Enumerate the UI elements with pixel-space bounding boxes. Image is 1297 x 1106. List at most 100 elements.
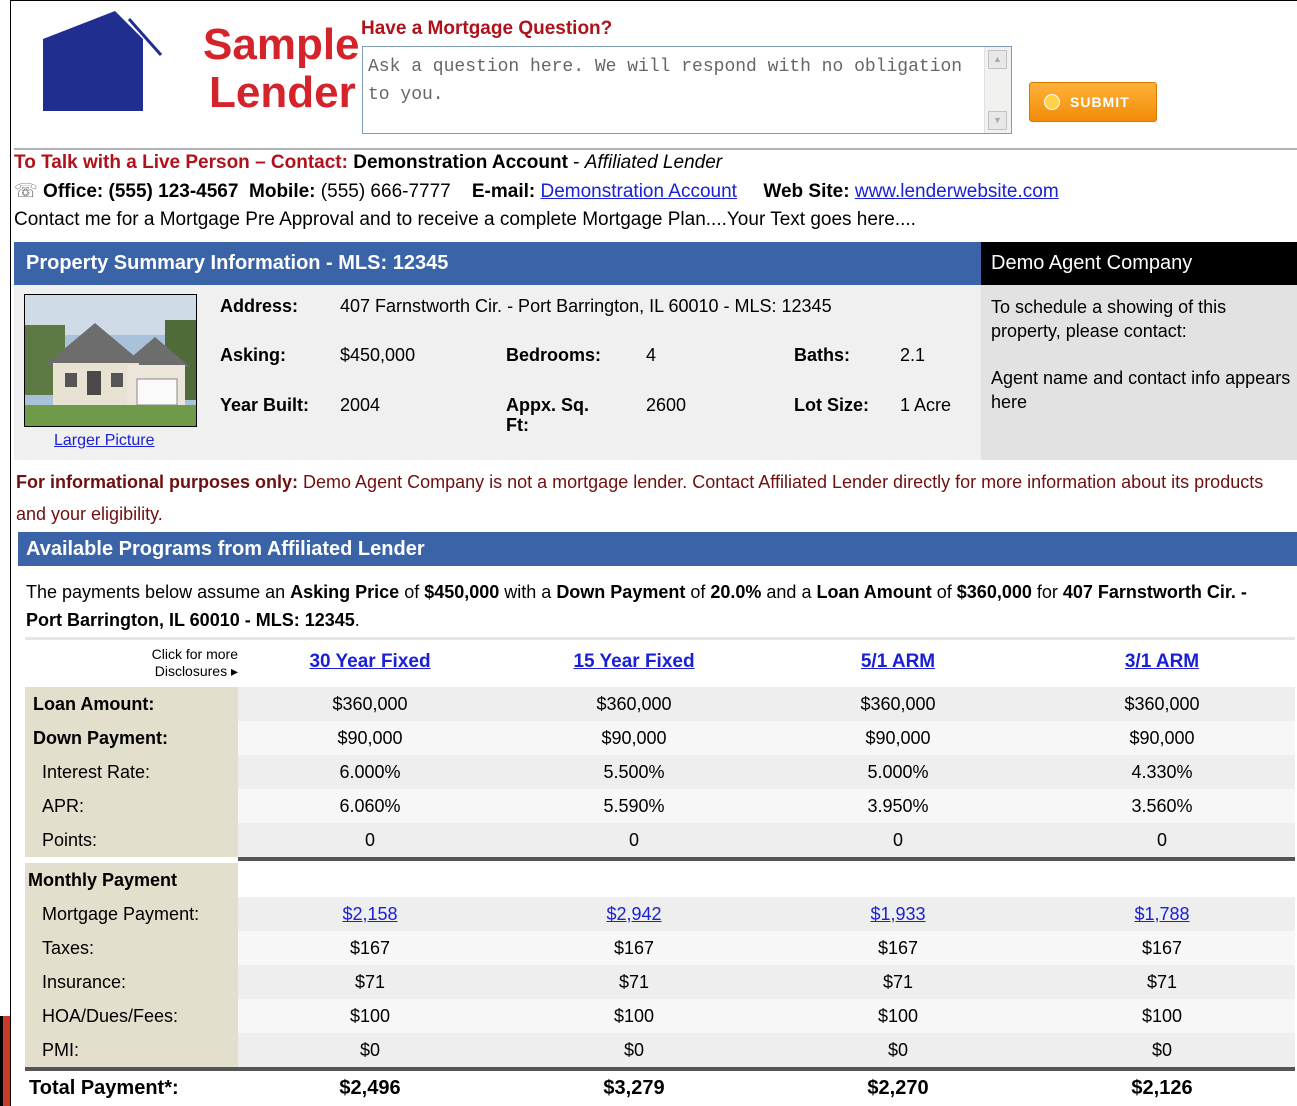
table-cell: $71 [354, 972, 386, 992]
property-summary-title: Property Summary Information - MLS: 1234… [26, 252, 449, 274]
lot-size-value: 1 Acre [900, 395, 952, 415]
contact-name: Demonstration Account [353, 152, 568, 173]
column-3-1-arm[interactable]: 3/1 ARM [1030, 645, 1294, 679]
baths-value: 2.1 [900, 345, 926, 365]
table-row: HOA/Dues/Fees: $100 $100 $100 $100 [25, 999, 1295, 1033]
row-label: Taxes: [25, 931, 238, 965]
question-title: Have a Mortgage Question? [361, 18, 613, 39]
table-cell: 0 [628, 830, 639, 850]
total-cell: $3,279 [603, 1077, 665, 1099]
table-cell: $360,000 [1124, 694, 1200, 714]
address-label: Address: [220, 296, 299, 316]
contact-affiliation: Affiliated Lender [584, 152, 723, 173]
year-built-value: 2004 [340, 395, 381, 415]
row-label: Loan Amount: [25, 687, 238, 721]
disclaimer: For informational purposes only: Demo Ag… [16, 466, 1291, 530]
column-30-year-fixed[interactable]: 30 Year Fixed [238, 645, 502, 679]
larger-picture-link[interactable]: Larger Picture [54, 432, 155, 450]
assume-text: with a [499, 582, 557, 602]
table-cell: $360,000 [860, 694, 936, 714]
table-cell: 5.000% [867, 762, 929, 782]
header-divider [14, 148, 1297, 150]
table-cell: $90,000 [865, 728, 931, 748]
scroll-up-icon[interactable]: ▲ [988, 50, 1007, 69]
assume-bold: Asking Price [290, 582, 400, 602]
background-window-border [0, 1016, 3, 1106]
table-cell: $100 [1141, 1006, 1183, 1026]
year-built-label: Year Built: [220, 395, 310, 415]
table-cell: $167 [1141, 938, 1183, 958]
assume-bold: Loan Amount [816, 582, 932, 602]
sqft-label: Appx. Sq. Ft: [506, 395, 590, 435]
assume-bold: 20.0% [710, 582, 762, 602]
baths-label: Baths: [794, 345, 851, 365]
table-row: Points: 0 0 0 0 [25, 823, 1295, 857]
column-15-year-fixed[interactable]: 15 Year Fixed [502, 645, 766, 679]
asking-label: Asking: [220, 345, 287, 365]
website-link[interactable]: www.lenderwebsite.com [855, 181, 1059, 202]
table-cell: $360,000 [596, 694, 672, 714]
submit-circle-icon [1044, 94, 1060, 110]
column-5-1-arm[interactable]: 5/1 ARM [766, 645, 1030, 679]
house-logo-icon [43, 11, 163, 111]
table-row: Interest Rate: 6.000% 5.500% 5.000% 4.33… [25, 755, 1295, 789]
submit-button[interactable]: SUBMIT [1029, 82, 1157, 122]
assume-text: for [1031, 582, 1063, 602]
table-row: PMI: $0 $0 $0 $0 [25, 1033, 1295, 1067]
row-label: APR: [25, 789, 238, 823]
property-details: Larger Picture Address: 407 Farnstworth … [14, 285, 981, 460]
table-cell: $0 [623, 1040, 645, 1060]
email-link[interactable]: Demonstration Account [541, 181, 737, 202]
table-top-rule [25, 637, 1295, 640]
disclaimer-lead: For informational purposes only: [16, 472, 299, 492]
section-divider [238, 857, 1295, 861]
mortgage-payment-link[interactable]: $1,788 [1030, 897, 1294, 931]
disclosures-line-1: Click for more [151, 646, 238, 662]
assume-bold: Down Payment [556, 582, 686, 602]
table-cell: $90,000 [337, 728, 403, 748]
assume-text: of [931, 582, 957, 602]
row-label: Mortgage Payment: [25, 897, 238, 931]
table-cell: 6.000% [339, 762, 401, 782]
submit-label: SUBMIT [1070, 94, 1130, 110]
row-label: Down Payment: [25, 721, 238, 755]
question-textarea[interactable]: Ask a question here. We will respond wit… [362, 46, 1012, 134]
table-cell: $0 [1151, 1040, 1173, 1060]
row-label: Interest Rate: [25, 755, 238, 789]
mortgage-payment-link[interactable]: $2,942 [502, 897, 766, 931]
table-cell: $167 [877, 938, 919, 958]
table-cell: $90,000 [601, 728, 667, 748]
assume-text: . [354, 610, 360, 630]
office-label: Office: [43, 181, 104, 202]
phone-handshake-icon: ☏ [14, 181, 38, 202]
table-cell: 5.500% [603, 762, 665, 782]
mobile-label: Mobile: [249, 181, 316, 202]
table-cell: $71 [882, 972, 914, 992]
table-cell: 0 [892, 830, 903, 850]
programs-bar: Available Programs from Affiliated Lende… [18, 532, 1297, 566]
scroll-down-icon[interactable]: ▼ [988, 111, 1007, 130]
address-value: 407 Farnstworth Cir. - Port Barrington, … [340, 296, 832, 316]
house-photo[interactable] [24, 294, 197, 427]
table-row: APR: 6.060% 5.590% 3.950% 3.560% [25, 789, 1295, 823]
office-phone: (555) 123-4567 [108, 181, 239, 202]
programs-title: Available Programs from Affiliated Lende… [26, 538, 425, 560]
agent-contact-box: To schedule a showing of this property, … [981, 285, 1297, 460]
row-label: HOA/Dues/Fees: [25, 999, 238, 1033]
disclosures-link[interactable]: Click for more Disclosures ▸ [125, 646, 238, 680]
asking-value: $450,000 [340, 345, 416, 365]
total-cell: $2,126 [1131, 1077, 1193, 1099]
table-cell: $0 [887, 1040, 909, 1060]
disclosures-line-2: Disclosures ▸ [154, 663, 238, 679]
question-scrollbar[interactable]: ▲ ▼ [984, 47, 1011, 133]
total-cell: $2,496 [339, 1077, 401, 1099]
mortgage-payment-link[interactable]: $1,933 [766, 897, 1030, 931]
contact-text: Contact me for a Mortgage Pre Approval a… [14, 209, 916, 230]
table-cell: $100 [349, 1006, 391, 1026]
mortgage-payment-link[interactable]: $2,158 [238, 897, 502, 931]
sqft-value: 2600 [646, 395, 687, 415]
table-cell: 3.560% [1131, 796, 1193, 816]
table-row: Taxes: $167 $167 $167 $167 [25, 931, 1295, 965]
assume-bold: $360,000 [956, 582, 1032, 602]
table-cell: 3.950% [867, 796, 929, 816]
